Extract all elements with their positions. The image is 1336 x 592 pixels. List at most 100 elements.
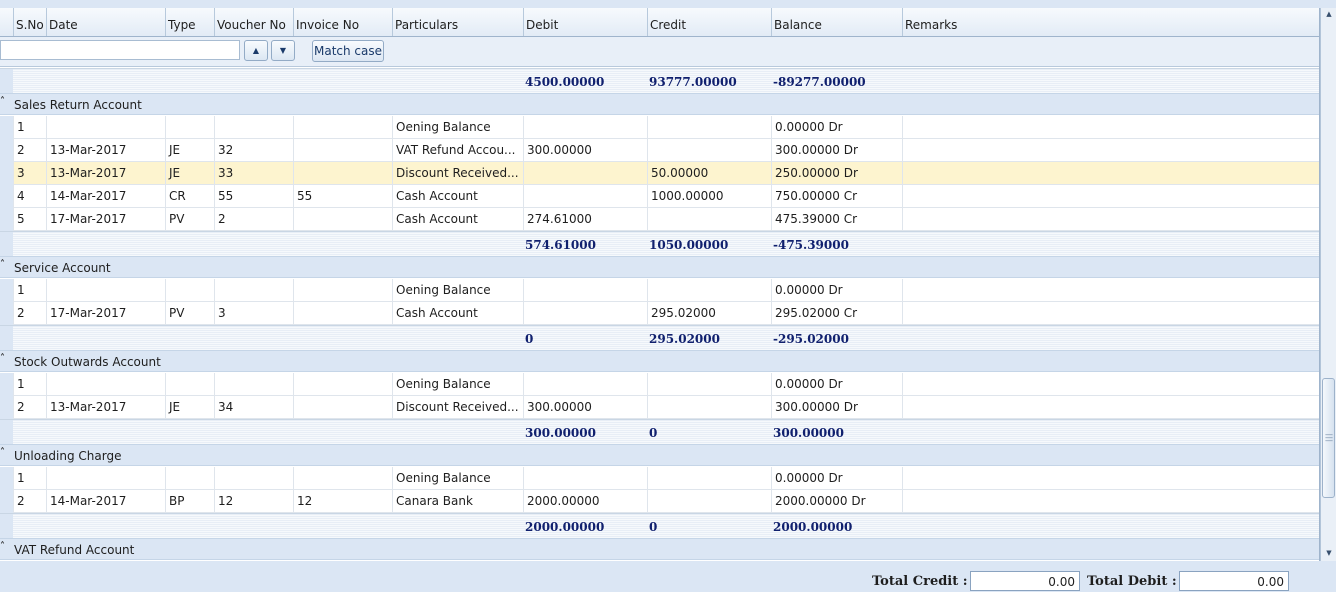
- collapse-chevron-icon[interactable]: ˄: [0, 353, 10, 364]
- cell-remarks[interactable]: [902, 139, 1319, 162]
- cell-balance[interactable]: 300.00000 Dr: [771, 396, 902, 419]
- cell-type[interactable]: CR: [165, 185, 214, 208]
- cell-debit[interactable]: 300.00000: [523, 139, 647, 162]
- cell-balance[interactable]: 0.00000 Dr: [771, 467, 902, 490]
- scroll-up-arrow-icon[interactable]: ▲: [1324, 10, 1334, 18]
- cell-invoice[interactable]: [293, 139, 392, 162]
- table-row[interactable]: 1 Oening Balance 0.00000 Dr: [0, 279, 1319, 302]
- cell-date[interactable]: [46, 467, 165, 490]
- cell-sno[interactable]: 2: [13, 139, 46, 162]
- cell-balance[interactable]: 250.00000 Dr: [771, 162, 902, 185]
- column-header-sno[interactable]: S.No: [13, 8, 46, 36]
- column-header-particulars[interactable]: Particulars: [392, 8, 523, 36]
- cell-sno[interactable]: 4: [13, 185, 46, 208]
- cell-type[interactable]: BP: [165, 490, 214, 513]
- cell-credit[interactable]: [647, 116, 771, 139]
- scrollbar-thumb[interactable]: — — —: [1322, 378, 1335, 498]
- search-input[interactable]: [0, 40, 240, 60]
- cell-invoice[interactable]: [293, 467, 392, 490]
- cell-invoice[interactable]: [293, 208, 392, 231]
- cell-particulars[interactable]: Oening Balance: [392, 279, 523, 302]
- cell-debit[interactable]: 2000.00000: [523, 490, 647, 513]
- cell-debit[interactable]: [523, 116, 647, 139]
- cell-type[interactable]: [165, 116, 214, 139]
- cell-balance[interactable]: 0.00000 Dr: [771, 373, 902, 396]
- cell-remarks[interactable]: [902, 490, 1319, 513]
- collapse-chevron-icon[interactable]: ˄: [0, 96, 10, 107]
- cell-type[interactable]: JE: [165, 162, 214, 185]
- cell-remarks[interactable]: [902, 302, 1319, 325]
- cell-date[interactable]: 14-Mar-2017: [46, 185, 165, 208]
- cell-sno[interactable]: 1: [13, 279, 46, 302]
- cell-voucher[interactable]: 33: [214, 162, 293, 185]
- cell-debit[interactable]: [523, 373, 647, 396]
- cell-type[interactable]: JE: [165, 139, 214, 162]
- cell-remarks[interactable]: [902, 208, 1319, 231]
- vertical-scrollbar[interactable]: ▲ — — — ▼: [1320, 8, 1336, 561]
- cell-invoice[interactable]: [293, 279, 392, 302]
- cell-voucher[interactable]: 32: [214, 139, 293, 162]
- collapse-chevron-icon[interactable]: ˄: [0, 259, 10, 270]
- column-header-balance[interactable]: Balance: [771, 8, 902, 36]
- cell-particulars[interactable]: VAT Refund Accou...: [392, 139, 523, 162]
- collapse-chevron-icon[interactable]: ˄: [0, 447, 10, 458]
- cell-date[interactable]: 13-Mar-2017: [46, 162, 165, 185]
- cell-type[interactable]: [165, 373, 214, 396]
- find-previous-button[interactable]: ▲: [244, 40, 268, 61]
- cell-voucher[interactable]: 2: [214, 208, 293, 231]
- cell-remarks[interactable]: [902, 396, 1319, 419]
- cell-date[interactable]: [46, 279, 165, 302]
- cell-credit[interactable]: [647, 396, 771, 419]
- total-credit-field[interactable]: 0.00: [970, 571, 1080, 591]
- cell-voucher[interactable]: [214, 279, 293, 302]
- cell-voucher[interactable]: 12: [214, 490, 293, 513]
- table-row[interactable]: 2 13-Mar-2017 JE 34 Discount Received... 300.…: [0, 396, 1319, 419]
- group-header[interactable]: ˄ Unloading Charge: [0, 444, 1319, 466]
- cell-remarks[interactable]: [902, 279, 1319, 302]
- cell-sno[interactable]: 3: [13, 162, 46, 185]
- table-row[interactable]: 5 17-Mar-2017 PV 2 Cash Account 274.61000 475.…: [0, 208, 1319, 231]
- cell-balance[interactable]: 750.00000 Cr: [771, 185, 902, 208]
- column-header-type[interactable]: Type: [165, 8, 214, 36]
- cell-remarks[interactable]: [902, 467, 1319, 490]
- table-row[interactable]: 3 13-Mar-2017 JE 33 Discount Received... 50.0…: [0, 162, 1319, 185]
- group-header[interactable]: ˄ Service Account: [0, 256, 1319, 278]
- cell-date[interactable]: 17-Mar-2017: [46, 302, 165, 325]
- cell-particulars[interactable]: Discount Received...: [392, 396, 523, 419]
- cell-date[interactable]: 13-Mar-2017: [46, 396, 165, 419]
- cell-particulars[interactable]: Cash Account: [392, 302, 523, 325]
- cell-sno[interactable]: 1: [13, 467, 46, 490]
- find-next-button[interactable]: ▼: [271, 40, 295, 61]
- column-header-debit[interactable]: Debit: [523, 8, 647, 36]
- cell-balance[interactable]: 2000.00000 Dr: [771, 490, 902, 513]
- cell-credit[interactable]: [647, 279, 771, 302]
- cell-remarks[interactable]: [902, 162, 1319, 185]
- cell-particulars[interactable]: Cash Account: [392, 185, 523, 208]
- cell-invoice[interactable]: 12: [293, 490, 392, 513]
- cell-date[interactable]: [46, 116, 165, 139]
- cell-date[interactable]: 13-Mar-2017: [46, 139, 165, 162]
- cell-invoice[interactable]: 55: [293, 185, 392, 208]
- cell-credit[interactable]: [647, 490, 771, 513]
- cell-invoice[interactable]: [293, 162, 392, 185]
- cell-credit[interactable]: [647, 373, 771, 396]
- cell-sno[interactable]: 2: [13, 490, 46, 513]
- group-header[interactable]: ˄ Sales Return Account: [0, 93, 1319, 115]
- group-header[interactable]: ˄ Stock Outwards Account: [0, 350, 1319, 372]
- cell-balance[interactable]: 300.00000 Dr: [771, 139, 902, 162]
- cell-particulars[interactable]: Discount Received...: [392, 162, 523, 185]
- cell-voucher[interactable]: [214, 373, 293, 396]
- cell-sno[interactable]: 5: [13, 208, 46, 231]
- cell-debit[interactable]: [523, 302, 647, 325]
- column-header-credit[interactable]: Credit: [647, 8, 771, 36]
- match-case-button[interactable]: Match case: [312, 40, 384, 62]
- cell-voucher[interactable]: 55: [214, 185, 293, 208]
- table-row[interactable]: 2 17-Mar-2017 PV 3 Cash Account 295.02000 295.…: [0, 302, 1319, 325]
- column-header-remarks[interactable]: Remarks: [902, 8, 1319, 36]
- cell-invoice[interactable]: [293, 302, 392, 325]
- cell-balance[interactable]: 295.02000 Cr: [771, 302, 902, 325]
- column-header-voucher[interactable]: Voucher No: [214, 8, 293, 36]
- table-row[interactable]: 1 Oening Balance 0.00000 Dr: [0, 467, 1319, 490]
- table-row[interactable]: 1 Oening Balance 0.00000 Dr: [0, 373, 1319, 396]
- total-debit-field[interactable]: 0.00: [1179, 571, 1289, 591]
